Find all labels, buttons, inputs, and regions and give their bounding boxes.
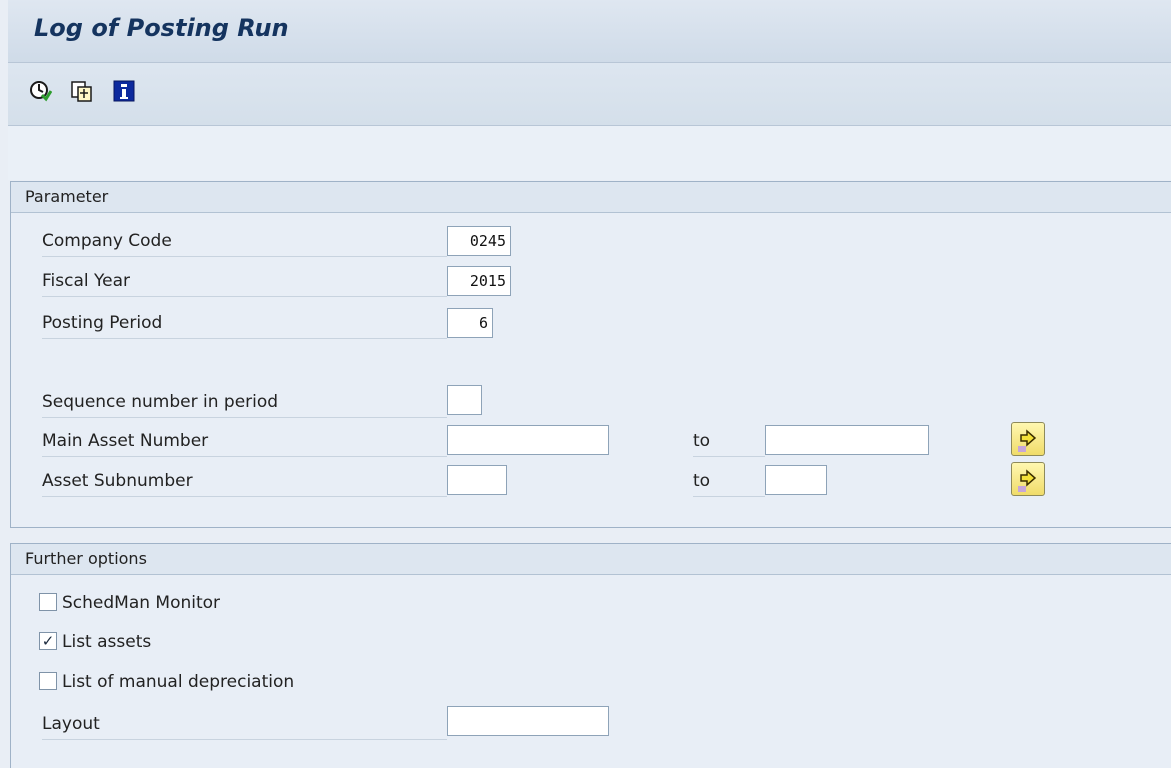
company-code-label: Company Code — [42, 226, 447, 257]
main-asset-number-to-field[interactable] — [765, 425, 929, 455]
schedman-monitor-checkbox[interactable] — [39, 593, 57, 611]
list-manual-depreciation-label: List of manual depreciation — [62, 672, 295, 692]
layout-label: Layout — [42, 709, 447, 740]
list-manual-depreciation-checkbox[interactable] — [39, 672, 57, 690]
title-bar: Log of Posting Run — [8, 0, 1171, 63]
layout-field[interactable] — [447, 706, 609, 736]
fiscal-year-field[interactable]: 2015 — [447, 266, 511, 296]
posting-period-label: Posting Period — [42, 308, 447, 339]
group-title: Parameter — [25, 187, 109, 206]
list-assets-label: List assets — [62, 632, 152, 652]
arrow-right-icon — [1018, 469, 1037, 492]
asset-subnumber-to-field[interactable] — [765, 465, 827, 495]
info-icon[interactable] — [112, 79, 136, 103]
schedman-monitor-label: SchedMan Monitor — [62, 593, 221, 613]
sequence-number-label: Sequence number in period — [42, 387, 447, 418]
application-toolbar — [8, 63, 1171, 126]
arrow-right-icon — [1018, 429, 1037, 452]
spacer — [8, 126, 1171, 180]
posting-period-field[interactable]: 6 — [447, 308, 493, 338]
list-assets-checkbox[interactable]: ✓ — [39, 632, 57, 650]
group-title: Further options — [25, 549, 147, 568]
asset-subnumber-from-field[interactable] — [447, 465, 507, 495]
asset-subnumber-to-label: to — [693, 466, 765, 497]
sequence-number-field[interactable] — [447, 385, 482, 415]
multiple-selection-button[interactable] — [1011, 422, 1045, 456]
further-options-group: Further options SchedMan Monitor ✓ List … — [10, 543, 1171, 768]
further-options-group-header: Further options — [11, 544, 1171, 575]
main-asset-number-to-label: to — [693, 426, 765, 457]
main-asset-number-from-field[interactable] — [447, 425, 609, 455]
asset-subnumber-label: Asset Subnumber — [42, 466, 447, 497]
execute-icon[interactable] — [28, 79, 53, 103]
page-title: Log of Posting Run — [34, 14, 289, 42]
main-asset-number-label: Main Asset Number — [42, 426, 447, 457]
multiple-selection-button[interactable] — [1011, 462, 1045, 496]
company-code-field[interactable]: 0245 — [447, 226, 511, 256]
copy-icon[interactable] — [70, 79, 94, 103]
fiscal-year-label: Fiscal Year — [42, 266, 447, 297]
parameter-group: Parameter Company Code 0245 Fiscal Year … — [10, 181, 1171, 528]
parameter-group-header: Parameter — [11, 182, 1171, 213]
